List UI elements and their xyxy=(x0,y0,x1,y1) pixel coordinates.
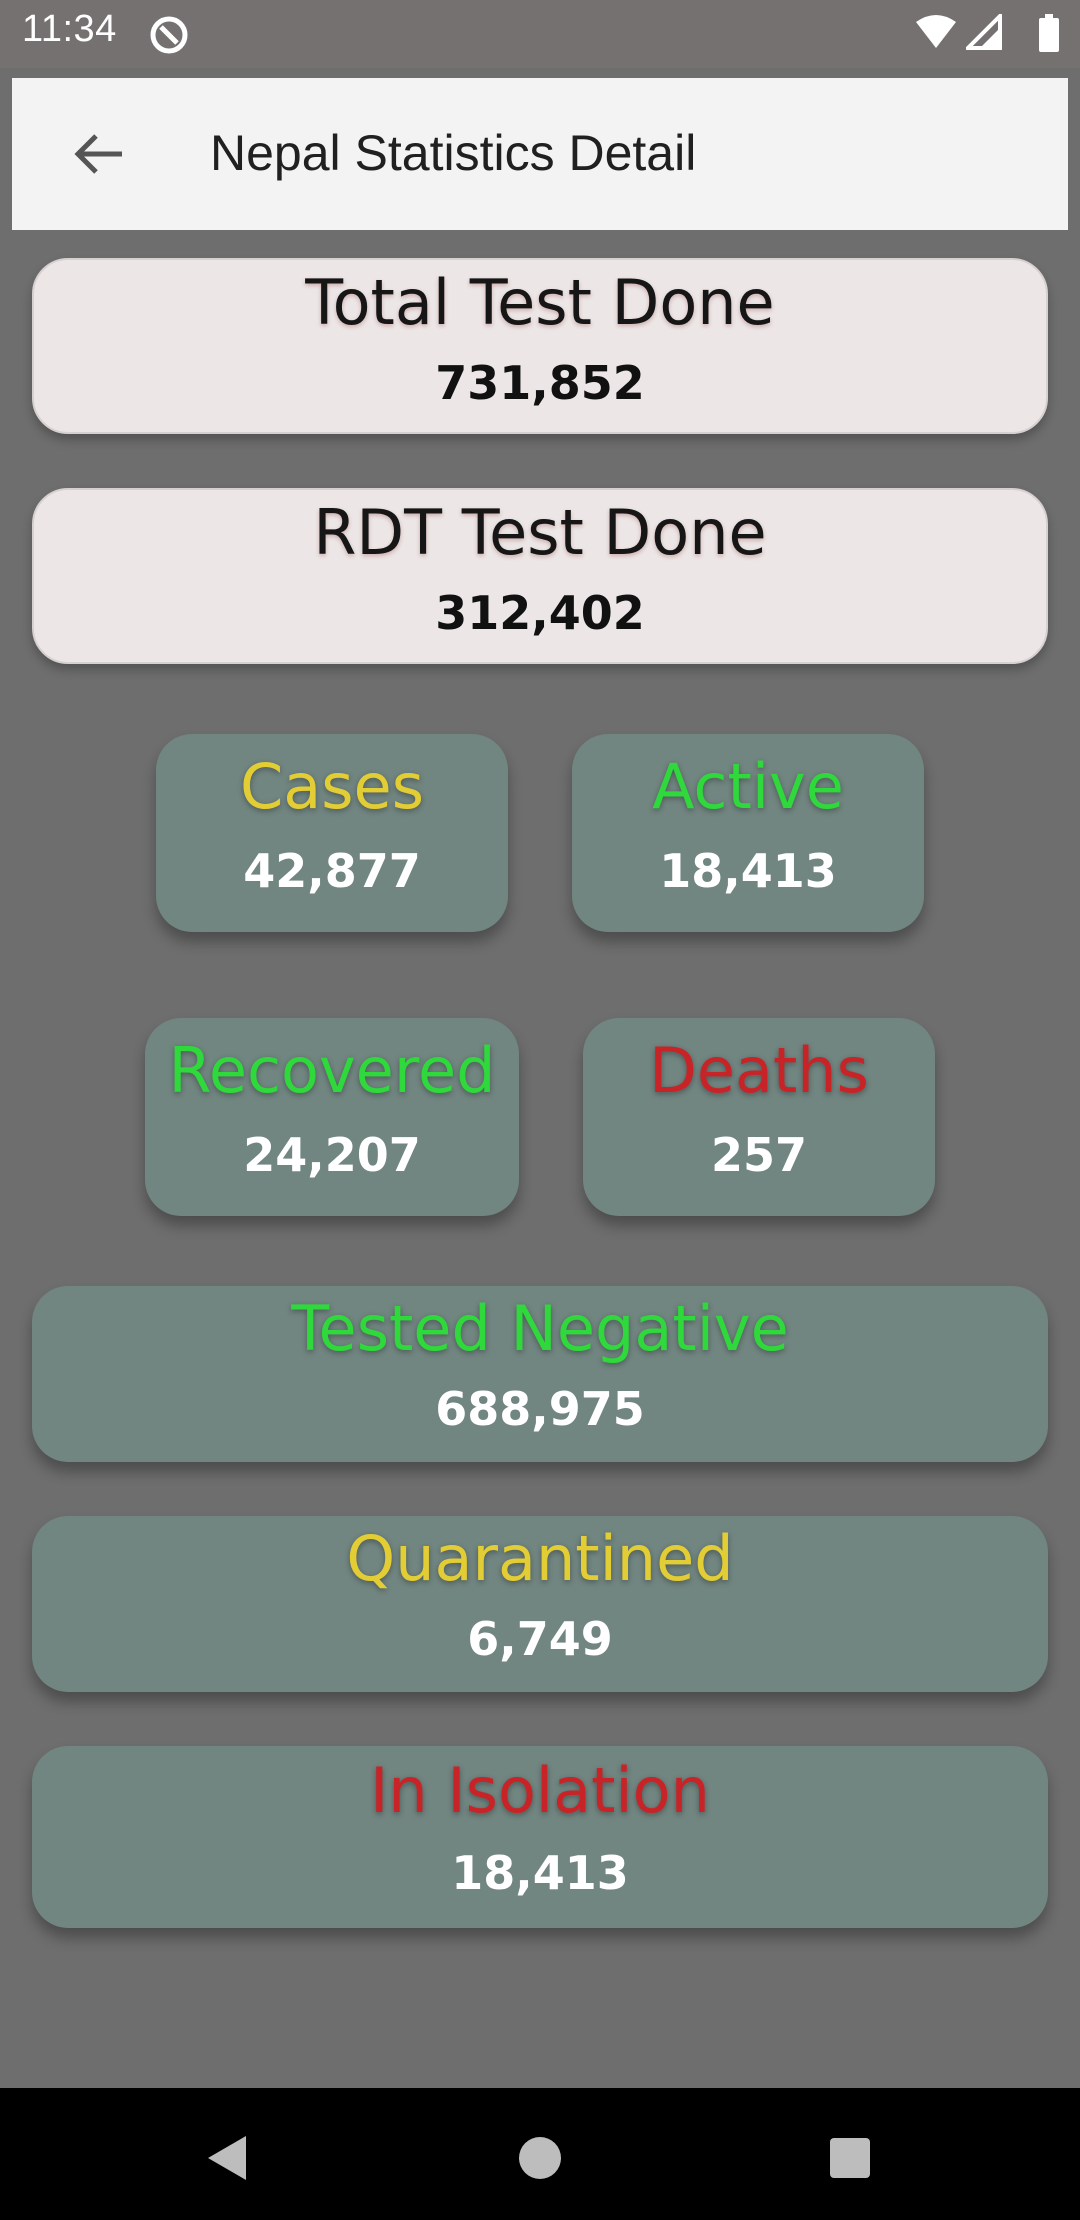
nav-back-icon[interactable] xyxy=(196,2128,256,2188)
quarantined-value: 6,749 xyxy=(467,1612,613,1666)
tested-negative-card: Tested Negative 688,975 xyxy=(32,1286,1048,1462)
cases-value: 42,877 xyxy=(243,844,421,898)
app-notification-icon xyxy=(150,16,188,54)
in-isolation-value: 18,413 xyxy=(451,1846,629,1900)
nav-home-icon[interactable] xyxy=(510,2128,570,2188)
battery-icon xyxy=(1039,14,1059,52)
signal-icon xyxy=(966,14,1002,50)
in-isolation-card: In Isolation 18,413 xyxy=(32,1746,1048,1928)
active-card: Active 18,413 xyxy=(572,734,924,932)
tested-negative-label: Tested Negative xyxy=(291,1292,789,1365)
total-test-card: Total Test Done 731,852 xyxy=(32,258,1048,434)
navigation-bar xyxy=(0,2088,1080,2220)
nav-recents-icon[interactable] xyxy=(820,2128,880,2188)
deaths-label: Deaths xyxy=(649,1034,869,1107)
status-time: 11:34 xyxy=(22,8,117,50)
rdt-test-label: RDT Test Done xyxy=(313,496,767,569)
active-label: Active xyxy=(652,750,844,823)
total-test-label: Total Test Done xyxy=(305,266,775,339)
status-bar: 11:34 xyxy=(0,0,1080,68)
quarantined-card: Quarantined 6,749 xyxy=(32,1516,1048,1692)
recovered-label: Recovered xyxy=(168,1034,496,1107)
cases-card: Cases 42,877 xyxy=(156,734,508,932)
total-test-value: 731,852 xyxy=(435,356,645,410)
wifi-icon xyxy=(916,15,956,48)
in-isolation-label: In Isolation xyxy=(370,1754,710,1827)
quarantined-label: Quarantined xyxy=(346,1522,734,1595)
page-title: Nepal Statistics Detail xyxy=(210,125,697,181)
deaths-value: 257 xyxy=(710,1128,808,1182)
cases-label: Cases xyxy=(239,750,425,823)
arrow-back-icon[interactable] xyxy=(56,118,146,190)
rdt-test-card: RDT Test Done 312,402 xyxy=(32,488,1048,664)
tested-negative-value: 688,975 xyxy=(435,1382,645,1436)
recovered-value: 24,207 xyxy=(243,1128,421,1182)
deaths-card: Deaths 257 xyxy=(583,1018,935,1216)
recovered-card: Recovered 24,207 xyxy=(145,1018,519,1216)
app-bar: Nepal Statistics Detail xyxy=(12,78,1068,230)
active-value: 18,413 xyxy=(659,844,837,898)
rdt-test-value: 312,402 xyxy=(435,586,645,640)
